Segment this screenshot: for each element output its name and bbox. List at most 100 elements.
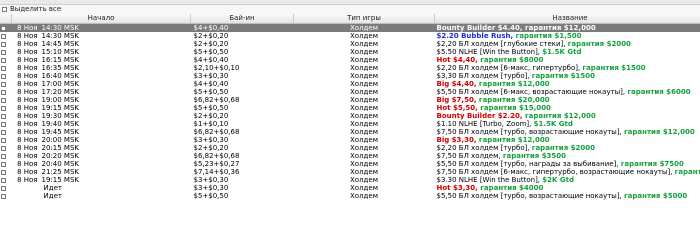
table-row[interactable]: 8 Ноя 16:35 MSK $2,10+$0,10 Холдем $2,20 БЛ … [0, 64, 700, 72]
row-checkbox-cell[interactable] [0, 23, 12, 32]
table-row[interactable]: 8 Ноя 17:20 MSK $5+$0,50 Холдем $5,50 БЛ хол… [0, 88, 700, 96]
start-status: Идет [43, 184, 62, 192]
row-checkbox-cell[interactable] [0, 136, 12, 144]
row-checkbox[interactable] [1, 65, 6, 71]
row-checkbox[interactable] [1, 41, 6, 47]
start-date: 8 Ноя [17, 72, 38, 80]
table-row[interactable]: 8 Ноя 20:40 MSK $5,23+$0,27 Холдем $5,50 БЛ … [0, 160, 700, 168]
row-checkbox-cell[interactable] [0, 112, 12, 120]
game-type-cell: Холдем [350, 120, 378, 128]
row-checkbox[interactable] [1, 49, 6, 55]
start-date: 8 Ноя [17, 64, 38, 72]
start-cell: 8 Ноя 16:15 MSK [12, 56, 191, 64]
row-checkbox[interactable] [1, 177, 6, 183]
row-checkbox-cell[interactable] [0, 40, 12, 48]
row-checkbox[interactable] [1, 81, 6, 87]
tournament-name-cell: Big $7,50, гарантия $20,000 [435, 96, 700, 104]
buyin-cell: $2+$0,20 [193, 40, 229, 48]
row-checkbox[interactable] [1, 185, 6, 191]
start-cell: 8 Ноя 15:10 MSK [12, 48, 191, 56]
start-cell: 8 Ноя 21:25 MSK [12, 168, 191, 176]
buyin-cell: $1+$0,10 [193, 120, 229, 128]
start-time: 17:00 MSK [41, 80, 79, 88]
table-row[interactable]: 8 Ноя 21:25 MSK $7,14+$0,36 Холдем $7,50 БЛ … [0, 168, 700, 176]
table-row[interactable]: Идет $3+$0,30 Холдем Hot $3,30, гарантия $4… [0, 184, 700, 192]
row-checkbox[interactable] [1, 57, 6, 63]
row-checkbox[interactable] [1, 33, 6, 39]
start-cell: 8 Ноя 14:30 MSK [12, 32, 191, 40]
row-checkbox-cell[interactable] [0, 128, 12, 136]
start-date: 8 Ноя [17, 104, 38, 112]
table-row[interactable]: 8 Ноя 14:30 MSK $2+$0,20 Холдем $2.20 Bubble… [0, 32, 700, 40]
row-checkbox-cell[interactable] [0, 88, 12, 96]
tournament-name-text: $5,50 БЛ холдем [6-макс, возрастающие но… [436, 88, 628, 96]
table-row[interactable]: 8 Ноя 20:20 MSK $6,82+$0,68 Холдем $7,50 БЛ … [0, 152, 700, 160]
row-checkbox[interactable] [1, 25, 6, 31]
row-checkbox-cell[interactable] [0, 160, 12, 168]
row-checkbox-cell[interactable] [0, 48, 12, 56]
row-checkbox[interactable] [1, 153, 6, 159]
buyin-cell: $2+$0,20 [193, 144, 229, 152]
row-checkbox[interactable] [1, 169, 6, 175]
table-row[interactable]: 8 Ноя 19:30 MSK $2+$0,20 Холдем Bounty Build… [0, 112, 700, 120]
header-game-type[interactable]: Тип игры [293, 14, 435, 24]
row-checkbox[interactable] [1, 121, 6, 127]
table-row[interactable]: 8 Ноя 16:40 MSK $3+$0,30 Холдем $3,30 БЛ хол… [0, 72, 700, 80]
game-type-cell: Холдем [350, 80, 378, 88]
row-checkbox-cell[interactable] [0, 32, 12, 40]
row-checkbox[interactable] [1, 73, 6, 79]
start-date: 8 Ноя [17, 80, 38, 88]
row-checkbox[interactable] [1, 97, 6, 103]
table-row[interactable]: 8 Ноя 16:15 MSK $4+$0,40 Холдем Hot $4,40, г… [0, 56, 700, 64]
game-type-cell: Холдем [350, 176, 378, 184]
table-row[interactable]: Идет $5+$0,50 Холдем $5,50 БЛ холдем [турбо… [0, 192, 700, 200]
table-row[interactable]: 8 Ноя 17:00 MSK $4+$0,40 Холдем Big $4,40, г… [0, 80, 700, 88]
guarantee-text: гарантия $1500 [582, 64, 646, 72]
header-start[interactable]: Начало [11, 14, 191, 24]
select-all-checkbox[interactable] [2, 6, 7, 12]
table-row[interactable]: 8 Ноя 20:15 MSK $2+$0,20 Холдем $2,20 БЛ хол… [0, 144, 700, 152]
row-checkbox[interactable] [1, 89, 6, 95]
table-row[interactable]: 8 Ноя 14:45 MSK $2+$0,20 Холдем $2,20 БЛ хол… [0, 40, 700, 48]
row-checkbox[interactable] [1, 161, 6, 167]
row-checkbox[interactable] [1, 193, 6, 199]
header-name[interactable]: Название [434, 14, 700, 24]
row-checkbox-cell[interactable] [0, 64, 12, 72]
guarantee-text: гарантия $4000 [480, 184, 544, 192]
row-checkbox[interactable] [1, 105, 6, 111]
game-type-cell: Холдем [350, 152, 378, 160]
row-checkbox-cell[interactable] [0, 192, 12, 200]
table-row[interactable]: 8 Ноя 15:10 MSK $5+$0,50 Холдем $5.50 NLHE [… [0, 48, 700, 56]
select-all-label: Выделить все [10, 5, 62, 13]
start-time: 19:30 MSK [41, 112, 79, 120]
row-checkbox-cell[interactable] [0, 184, 12, 192]
table-row[interactable]: 8 Ноя 19:45 MSK $6,82+$0,68 Холдем $7,50 БЛ … [0, 128, 700, 136]
row-checkbox-cell[interactable] [0, 96, 12, 104]
start-cell: Идет [12, 184, 191, 192]
row-checkbox[interactable] [1, 145, 6, 151]
start-time: 20:00 MSK [41, 136, 79, 144]
row-checkbox[interactable] [1, 113, 6, 119]
table-row[interactable]: 8 Ноя 14:30 MSK $4+$0,40 Холдем Bounty Build… [0, 23, 700, 32]
table-row[interactable]: 8 Ноя 19:00 MSK $6,82+$0,68 Холдем Big $7,50… [0, 96, 700, 104]
row-checkbox-cell[interactable] [0, 144, 12, 152]
row-checkbox-cell[interactable] [0, 104, 12, 112]
row-checkbox-cell[interactable] [0, 176, 12, 184]
row-checkbox-cell[interactable] [0, 152, 12, 160]
start-time: 14:30 MSK [41, 24, 79, 32]
start-time: 15:10 MSK [41, 48, 79, 56]
table-row[interactable]: 8 Ноя 20:00 MSK $3+$0,30 Холдем Big $3,30, г… [0, 136, 700, 144]
row-checkbox-cell[interactable] [0, 120, 12, 128]
row-checkbox-cell[interactable] [0, 56, 12, 64]
table-row[interactable]: 8 Ноя 19:40 MSK $1+$0,10 Холдем $1.10 NLHE [… [0, 120, 700, 128]
header-buyin[interactable]: Бай-ин [190, 14, 294, 24]
row-checkbox-cell[interactable] [0, 80, 12, 88]
table-row[interactable]: 8 Ноя 19:15 MSK $3+$0,30 Холдем $3.30 NLHE [… [0, 176, 700, 184]
select-all-row[interactable]: Выделить все [0, 5, 700, 14]
row-checkbox[interactable] [1, 129, 6, 135]
row-checkbox[interactable] [1, 137, 6, 143]
table-row[interactable]: 8 Ноя 19:15 MSK $5+$0,50 Холдем Hot $5,50, г… [0, 104, 700, 112]
row-checkbox-cell[interactable] [0, 168, 12, 176]
tournament-name-text: $2.20 Bubble Rush, [436, 32, 516, 40]
row-checkbox-cell[interactable] [0, 72, 12, 80]
